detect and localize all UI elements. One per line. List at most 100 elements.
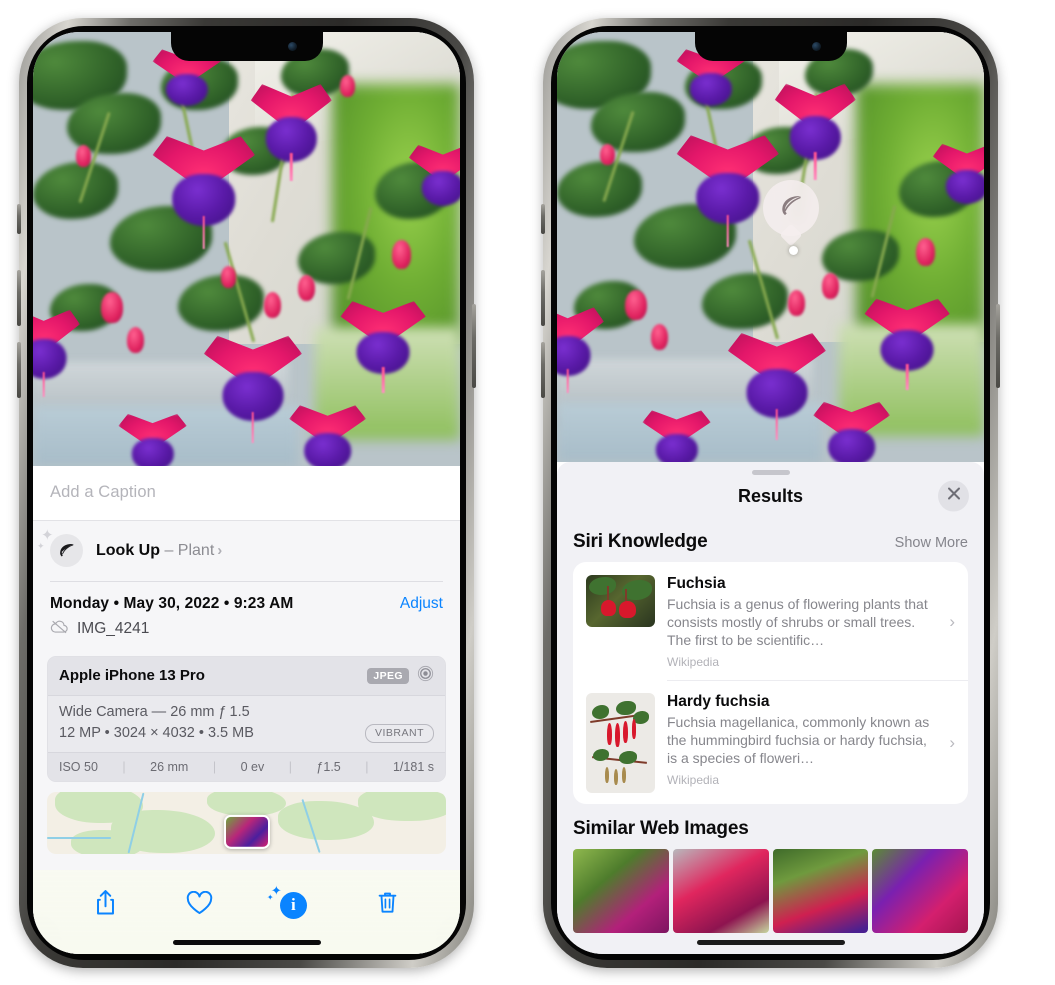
exif-stat-separator: | xyxy=(122,759,126,774)
result-description: Fuchsia is a genus of flowering plants t… xyxy=(667,596,928,649)
share-icon xyxy=(94,889,117,921)
caption-field[interactable]: Add a Caption xyxy=(33,466,460,521)
adjust-button[interactable]: Adjust xyxy=(400,595,443,613)
exif-stat-shutter: 1/181 s xyxy=(392,759,434,774)
volume-down-button[interactable] xyxy=(17,342,21,398)
look-up-subject: Plant xyxy=(177,541,215,559)
results-header: Results xyxy=(557,475,984,517)
photo-viewer[interactable] xyxy=(33,32,460,466)
front-camera-icon xyxy=(287,42,297,51)
power-button[interactable] xyxy=(472,304,476,388)
photo-location-pin[interactable] xyxy=(223,814,270,849)
front-camera-icon xyxy=(811,42,821,51)
sparkle-small-icon: ✦ xyxy=(266,892,274,902)
chevron-right-icon: › xyxy=(949,733,955,753)
result-source: Wikipedia xyxy=(667,654,720,669)
results-sheet: Results Siri Knowledge Show More Fuchsia… xyxy=(557,462,984,954)
result-body: Fuchsia Fuchsia is a genus of flowering … xyxy=(667,575,933,669)
left-phone-screen: Add a Caption ✦ ✦ Look Up – Plant › Mond… xyxy=(33,32,460,954)
result-source: Wikipedia xyxy=(667,772,720,787)
home-indicator[interactable] xyxy=(696,940,845,945)
web-image-thumbnail[interactable] xyxy=(573,849,669,934)
visual-look-up-badge[interactable] xyxy=(763,180,819,247)
exif-card[interactable]: Apple iPhone 13 Pro JPEG Wide Camera — 2… xyxy=(47,655,446,782)
icloud-slash-icon xyxy=(50,620,69,639)
siri-knowledge-header: Siri Knowledge Show More xyxy=(557,517,984,562)
image-size-info: 12 MP • 3024 × 4032 • 3.5 MB xyxy=(59,725,254,741)
power-button[interactable] xyxy=(996,304,1000,388)
show-more-button[interactable]: Show More xyxy=(895,535,968,551)
sparkle-small-icon: ✦ xyxy=(37,541,45,551)
trash-icon xyxy=(376,890,399,920)
file-name: IMG_4241 xyxy=(77,620,150,637)
result-title: Hardy fuchsia xyxy=(667,693,770,711)
close-icon xyxy=(947,487,961,506)
mute-switch[interactable] xyxy=(541,204,545,234)
share-button[interactable] xyxy=(85,884,127,926)
exif-stat-aperture: ƒ1.5 xyxy=(316,759,341,774)
result-thumbnail xyxy=(586,693,655,794)
exif-stat-focal: 26 mm xyxy=(150,759,189,774)
screenshot-root: Add a Caption ✦ ✦ Look Up – Plant › Mond… xyxy=(0,0,1055,985)
web-image-thumbnail[interactable] xyxy=(872,849,968,934)
home-indicator[interactable] xyxy=(172,940,321,945)
left-phone-device: Add a Caption ✦ ✦ Look Up – Plant › Mond… xyxy=(17,18,476,968)
results-title: Results xyxy=(737,485,804,506)
info-letter: i xyxy=(291,895,296,914)
mute-switch[interactable] xyxy=(17,204,21,234)
caption-placeholder: Add a Caption xyxy=(50,483,156,501)
date-block: Monday • May 30, 2022 • 9:23 AM Adjust I… xyxy=(33,582,460,650)
volume-down-button[interactable] xyxy=(541,342,545,398)
camera-model: Apple iPhone 13 Pro xyxy=(59,667,205,684)
look-up-label: Look Up – Plant › xyxy=(96,542,222,560)
exif-body: Wide Camera — 26 mm ƒ 1.5 12 MP • 3024 ×… xyxy=(48,695,445,752)
result-body: Hardy fuchsia Fuchsia magellanica, commo… xyxy=(667,693,933,787)
heart-icon xyxy=(186,890,213,920)
list-item[interactable]: Fuchsia Fuchsia is a genus of flowering … xyxy=(573,562,968,680)
exif-stat-ev: 0 ev xyxy=(240,759,265,774)
photo-image xyxy=(33,32,460,466)
exif-stats-row: ISO 50 | 26 mm | 0 ev | ƒ1.5 | 1/181 s xyxy=(48,751,445,781)
similar-web-images-strip[interactable] xyxy=(557,849,984,934)
look-up-row[interactable]: ✦ ✦ Look Up – Plant › xyxy=(33,521,460,581)
photo-viewer[interactable] xyxy=(557,32,984,462)
notch xyxy=(694,32,847,61)
similar-web-images-header: Similar Web Images xyxy=(557,804,984,849)
exif-header: Apple iPhone 13 Pro JPEG xyxy=(48,656,445,696)
web-image-thumbnail[interactable] xyxy=(672,849,769,934)
close-button[interactable] xyxy=(938,480,969,512)
leaf-icon: ✦ ✦ xyxy=(37,528,83,567)
web-image-thumbnail[interactable] xyxy=(772,849,869,934)
info-sparkle-icon: ✦ ✦ i xyxy=(267,884,307,919)
right-phone-device: Results Siri Knowledge Show More Fuchsia… xyxy=(541,18,1000,968)
photo-info-sheet: Add a Caption ✦ ✦ Look Up – Plant › Mond… xyxy=(33,466,460,954)
leaf-icon xyxy=(777,192,805,225)
list-item[interactable]: Hardy fuchsia Fuchsia magellanica, commo… xyxy=(573,680,968,804)
volume-up-button[interactable] xyxy=(541,270,545,326)
siri-knowledge-card: Fuchsia Fuchsia is a genus of flowering … xyxy=(573,562,968,805)
chevron-right-icon: › xyxy=(949,611,955,631)
capture-date: Monday • May 30, 2022 • 9:23 AM xyxy=(50,594,294,612)
visual-look-up-dot[interactable] xyxy=(789,246,798,255)
siri-knowledge-title: Siri Knowledge xyxy=(573,531,708,552)
volume-up-button[interactable] xyxy=(17,270,21,326)
favorite-button[interactable] xyxy=(179,884,221,926)
right-phone-screen: Results Siri Knowledge Show More Fuchsia… xyxy=(557,32,984,954)
result-thumbnail xyxy=(586,575,655,627)
look-up-title: Look Up xyxy=(96,541,160,559)
info-button[interactable]: ✦ ✦ i xyxy=(267,884,314,926)
delete-button[interactable] xyxy=(366,884,408,926)
exif-stat-separator: | xyxy=(212,759,217,774)
similar-web-images-title: Similar Web Images xyxy=(573,818,749,840)
location-map[interactable] xyxy=(47,791,446,854)
notch xyxy=(170,32,323,61)
format-badge: JPEG xyxy=(367,667,409,684)
lens-info: Wide Camera — 26 mm ƒ 1.5 xyxy=(59,703,250,720)
camera-aperture-icon xyxy=(417,665,434,687)
photographic-style-badge: VIBRANT xyxy=(364,723,434,743)
exif-stat-separator: | xyxy=(288,759,292,774)
exif-stat-iso: ISO 50 xyxy=(59,759,98,774)
chevron-right-icon: › xyxy=(217,541,223,559)
photo-image xyxy=(557,32,984,462)
result-title: Fuchsia xyxy=(667,575,726,592)
